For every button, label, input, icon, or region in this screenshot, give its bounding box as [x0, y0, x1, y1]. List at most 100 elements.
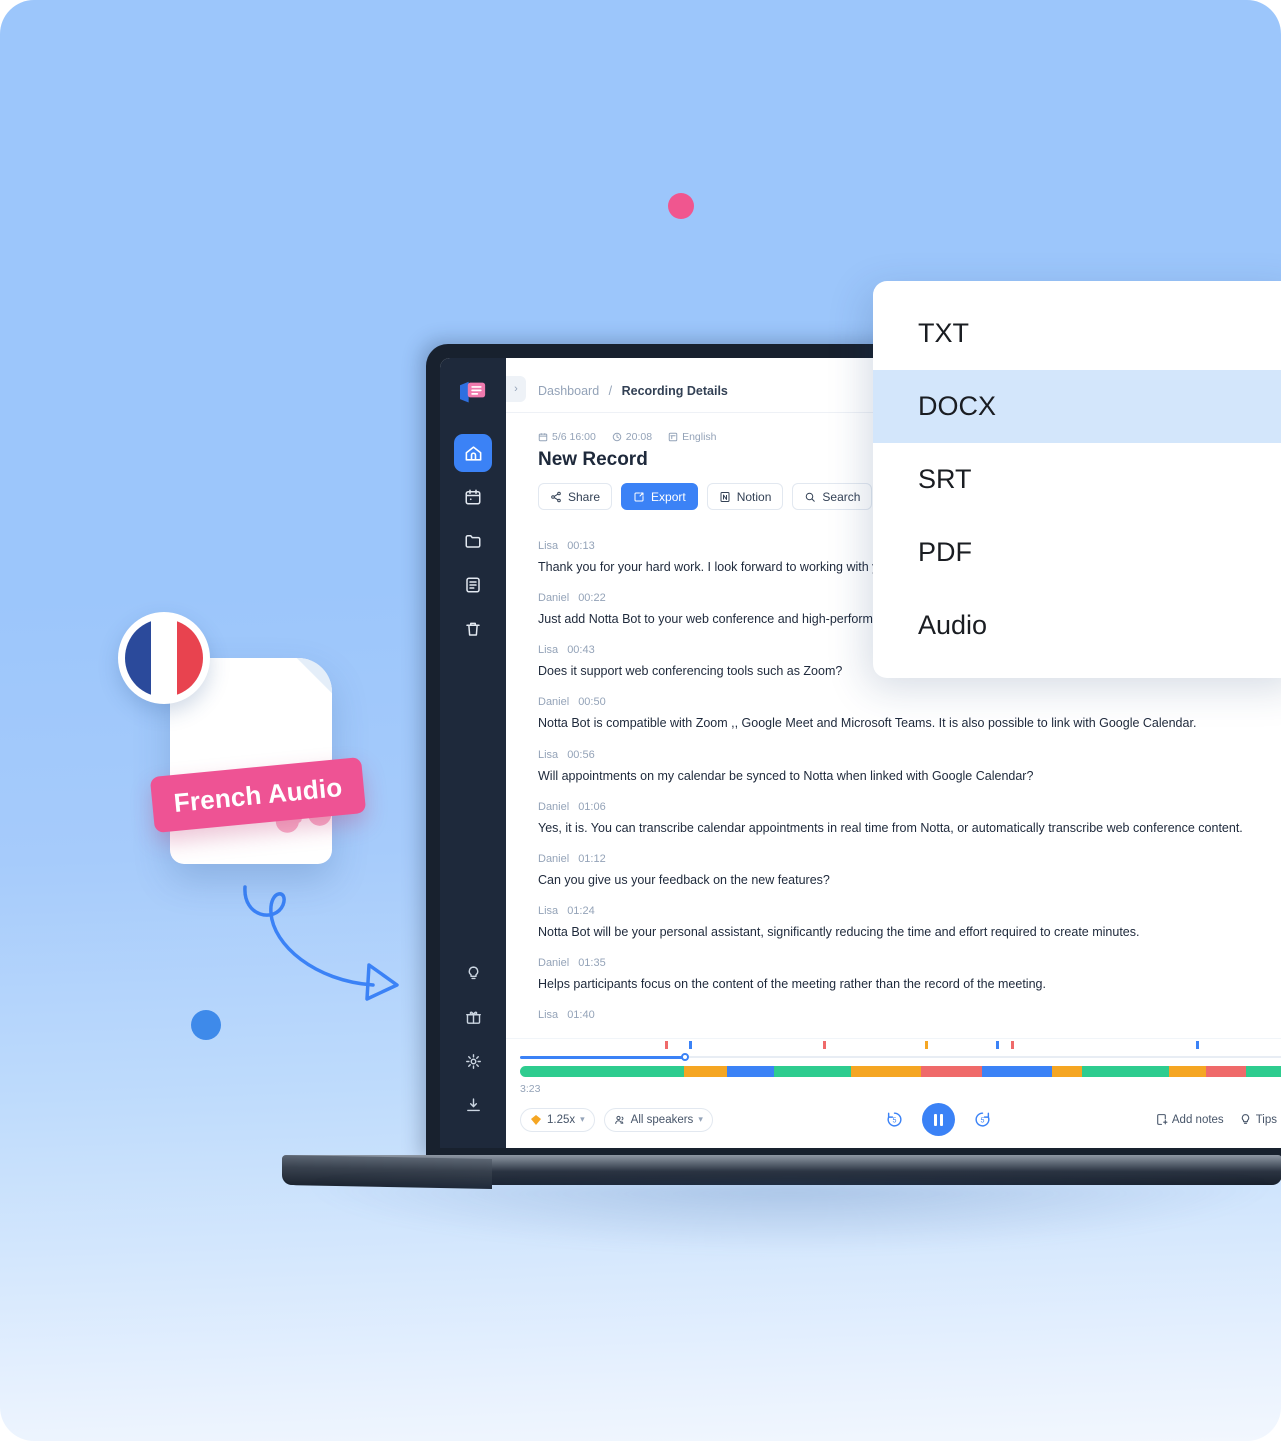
waveform-segment	[727, 1066, 775, 1077]
export-format-menu[interactable]: TXT DOCX SRT PDF Audio	[873, 281, 1281, 678]
app-sidebar	[440, 358, 506, 1148]
speaker-timestamp[interactable]: 00:50	[578, 696, 606, 708]
chevron-down-icon: ▾	[698, 1114, 703, 1124]
transcript-line[interactable]: Daniel 01:06 Yes, it is. You can transcrib…	[538, 801, 1281, 837]
sidebar-collapse-button[interactable]: ›	[506, 376, 526, 402]
lightbulb-icon	[1241, 1114, 1249, 1124]
search-button[interactable]: Search	[792, 483, 873, 510]
sidebar-item-tips[interactable]	[456, 956, 490, 990]
trash-icon	[466, 622, 480, 636]
speed-label: 1.25x	[547, 1113, 576, 1126]
record-language: English	[668, 431, 717, 443]
pause-button[interactable]	[921, 1103, 955, 1136]
current-time: 3:23	[520, 1083, 541, 1095]
speaker-timestamp[interactable]: 01:40	[567, 1009, 595, 1021]
speaker-timestamp[interactable]: 00:13	[567, 540, 595, 552]
speaker-timestamp[interactable]: 00:22	[578, 592, 606, 604]
sidebar-item-gift[interactable]	[456, 1000, 490, 1034]
export-menu-item-txt[interactable]: TXT	[873, 297, 1281, 370]
sidebar-item-home[interactable]	[454, 434, 492, 472]
transcript-text: Notta Bot is compatible with Zoom ,, Goo…	[538, 716, 1197, 731]
sidebar-item-folder[interactable]	[454, 522, 492, 560]
speaker-name: Lisa	[538, 1009, 559, 1022]
speaker-timestamp[interactable]: 01:12	[578, 853, 606, 865]
progress-fill	[520, 1056, 686, 1059]
export-menu-item-srt[interactable]: SRT	[873, 443, 1281, 516]
sidebar-item-download[interactable]	[456, 1088, 490, 1122]
export-button[interactable]: Export	[621, 483, 698, 510]
sidebar-item-trash[interactable]	[454, 610, 492, 648]
speaker-name: Lisa	[538, 748, 559, 761]
tips-button[interactable]: Tips	[1239, 1113, 1277, 1126]
speaker-timestamp[interactable]: 00:56	[567, 749, 595, 761]
speaker-timestamp[interactable]: 01:24	[567, 905, 595, 917]
speed-diamond-icon	[531, 1114, 541, 1125]
speaker-name: Daniel	[538, 800, 570, 813]
rewind-5-button[interactable]: 5	[885, 1110, 904, 1129]
sidebar-item-notes[interactable]	[454, 566, 492, 604]
transcript-speaker-row: Daniel 01:12	[538, 853, 1281, 865]
lightbulb-icon	[468, 965, 478, 979]
transcript-line[interactable]: Daniel 00:50 Notta Bot is compatible with …	[538, 696, 1281, 732]
speaker-timestamp[interactable]: 00:43	[567, 644, 595, 656]
speaker-filter-selector[interactable]: All speakers ▾	[603, 1107, 713, 1132]
progress-bar[interactable]	[520, 1053, 1281, 1061]
breadcrumb-root[interactable]: Dashboard	[538, 384, 599, 398]
transcript-speaker-row: Daniel 00:50	[538, 696, 1281, 708]
transcript-speaker-row: Daniel 01:06	[538, 801, 1281, 813]
transcript-line[interactable]: Daniel 01:35 Helps participants focus on t…	[538, 957, 1281, 993]
speaker-timestamp[interactable]: 01:06	[578, 801, 606, 813]
player-controls: 1.25x ▾ All speakers ▾ 5 5 Add notes Tip…	[520, 1103, 1281, 1136]
waveform-segment	[1245, 1066, 1281, 1077]
export-label: Export	[651, 489, 686, 504]
speaker-timestamp[interactable]: 01:35	[578, 957, 606, 969]
chevron-down-icon: ▾	[580, 1114, 585, 1124]
speaker-waveform[interactable]	[520, 1066, 1281, 1077]
transcript-text: Yes, it is. You can transcribe calendar …	[538, 820, 1243, 835]
folder-icon	[465, 535, 481, 548]
share-button[interactable]: Share	[538, 483, 613, 510]
transcript-speaker-row: Lisa 01:24	[538, 905, 1281, 917]
record-language-value: English	[682, 431, 717, 443]
export-menu-item-audio[interactable]: Audio	[873, 589, 1281, 662]
laptop-base	[282, 1155, 1281, 1185]
export-icon	[634, 492, 644, 501]
transcript-line[interactable]: Daniel 01:12 Can you give us your feedback…	[538, 853, 1281, 889]
playback-speed-selector[interactable]: 1.25x ▾	[520, 1107, 595, 1132]
speaker-name: Daniel	[538, 957, 570, 969]
download-icon	[466, 1097, 480, 1111]
speakers-icon	[614, 1115, 624, 1124]
add-notes-icon	[1157, 1114, 1168, 1125]
speaker-name: Lisa	[538, 540, 559, 552]
timeline-marker	[688, 1041, 692, 1049]
transcript-line[interactable]: Lisa 01:24 Notta Bot will be your personal…	[538, 905, 1281, 941]
pause-bar-left	[933, 1113, 937, 1126]
breadcrumb-current: Recording Details	[621, 384, 728, 398]
waveform-segment	[683, 1066, 728, 1077]
sidebar-item-calendar[interactable]	[454, 478, 492, 516]
gift-icon	[465, 1010, 481, 1024]
calendar-small-icon	[538, 433, 548, 442]
export-menu-item-docx[interactable]: DOCX	[873, 370, 1281, 443]
speaker-name: Daniel	[538, 592, 570, 605]
transcript-speaker-row: Lisa 00:56	[538, 749, 1281, 761]
search-icon	[806, 492, 816, 502]
notion-button[interactable]: Notion	[706, 483, 784, 510]
export-menu-item-pdf[interactable]: PDF	[873, 516, 1281, 589]
progress-handle[interactable]	[681, 1053, 690, 1061]
transcript-speaker-row: Daniel 01:35	[538, 957, 1281, 969]
record-duration: 20:08	[612, 431, 652, 443]
notion-label: Notion	[736, 489, 772, 504]
forward-5-button[interactable]: 5	[973, 1110, 992, 1129]
speaker-name: Lisa	[538, 644, 559, 657]
add-notes-button[interactable]: Add notes	[1155, 1113, 1224, 1126]
waveform-segment	[1081, 1066, 1169, 1077]
waveform-segment	[520, 1066, 684, 1077]
gear-icon	[465, 1053, 481, 1069]
transcript-line[interactable]: Lisa 01:40	[538, 1009, 1281, 1021]
transcript-line[interactable]: Lisa 00:56 Will appointments on my calenda…	[538, 749, 1281, 785]
sidebar-item-settings[interactable]	[456, 1044, 490, 1078]
record-duration-value: 20:08	[625, 431, 653, 443]
waveform-segment	[981, 1066, 1052, 1077]
waveform-segment	[921, 1066, 982, 1077]
